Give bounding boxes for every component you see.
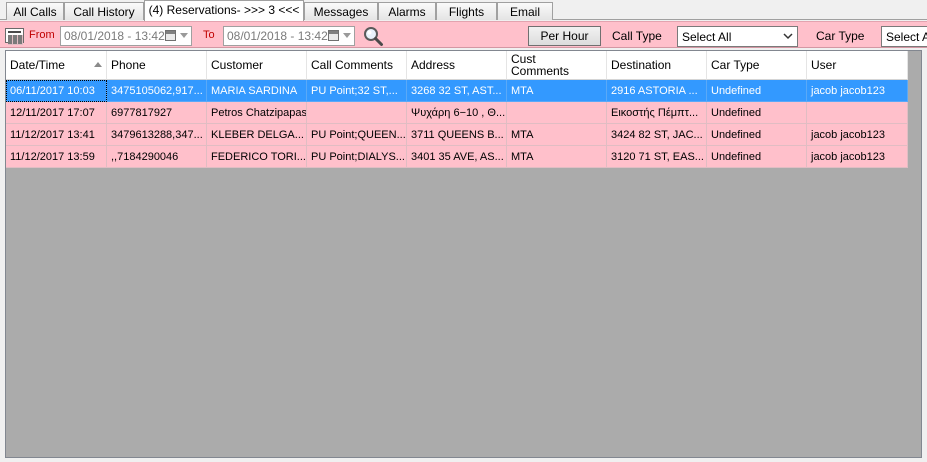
table-view-icon[interactable]	[5, 28, 24, 45]
call-type-select[interactable]: Select All	[677, 26, 798, 47]
chevron-down-icon	[180, 33, 188, 38]
cell-address[interactable]: 3268 32 ST, AST...	[407, 80, 507, 102]
cell-user[interactable]: jacob jacob123	[807, 124, 908, 146]
cell-phone[interactable]: 3479613288,347...	[107, 124, 207, 146]
reservations-grid[interactable]: Date/Time Phone Customer Call Comments A…	[5, 50, 922, 458]
tab-strip: All Calls Call History (4) Reservations-…	[0, 0, 927, 21]
cell-destination[interactable]: 2916 ASTORIA ...	[607, 80, 707, 102]
cell-car-type[interactable]: Undefined	[707, 102, 807, 124]
to-date-picker[interactable]: 08/01/2018 - 13:42	[223, 26, 355, 46]
cell-phone[interactable]: 3475105062,917...	[107, 80, 207, 102]
tab-email[interactable]: Email	[497, 2, 553, 20]
cell-car-type[interactable]: Undefined	[707, 146, 807, 168]
column-header-customer[interactable]: Customer	[207, 51, 307, 80]
call-type-label: Call Type	[612, 29, 662, 43]
tab-messages[interactable]: Messages	[304, 2, 378, 20]
car-type-label: Car Type	[816, 29, 865, 43]
table-row[interactable]: 11/12/2017 13:41 3479613288,347... KLEBER …	[6, 124, 908, 146]
search-icon[interactable]	[362, 25, 384, 47]
column-header-car-type[interactable]: Car Type	[707, 51, 807, 80]
cell-customer[interactable]: KLEBER DELGA...	[207, 124, 307, 146]
cell-car-type[interactable]: Undefined	[707, 80, 807, 102]
tab-call-history[interactable]: Call History	[64, 2, 144, 20]
column-header-phone[interactable]: Phone	[107, 51, 207, 80]
cell-user[interactable]: jacob jacob123	[807, 146, 908, 168]
from-label: From	[29, 29, 55, 41]
calendar-icon	[328, 30, 339, 41]
cell-address[interactable]: 3401 35 AVE, AS...	[407, 146, 507, 168]
cell-call-comments[interactable]: PU Point;DIALYS...	[307, 146, 407, 168]
cell-car-type[interactable]: Undefined	[707, 124, 807, 146]
cell-user[interactable]	[807, 102, 908, 124]
from-date-value: 08/01/2018 - 13:42	[64, 29, 165, 43]
table-row[interactable]: 12/11/2017 17:07 6977817927 Petros Chatzip…	[6, 102, 908, 124]
cell-destination[interactable]: 3120 71 ST, EAS...	[607, 146, 707, 168]
cell-customer[interactable]: MARIA SARDINA	[207, 80, 307, 102]
cell-destination[interactable]: 3424 82 ST, JAC...	[607, 124, 707, 146]
cell-call-comments[interactable]: PU Point;32 ST,...	[307, 80, 407, 102]
call-type-value: Select All	[682, 30, 732, 44]
cell-date-time[interactable]: 11/12/2017 13:59	[6, 146, 107, 168]
car-type-value: Select All	[886, 30, 927, 44]
to-date-value: 08/01/2018 - 13:42	[227, 29, 328, 43]
cell-address[interactable]: Ψυχάρη 6−10 , Θ...	[407, 102, 507, 124]
cell-cust-comments[interactable]	[507, 102, 607, 124]
to-label: To	[203, 29, 215, 41]
cell-cust-comments[interactable]: MTA	[507, 124, 607, 146]
calendar-icon	[165, 30, 176, 41]
cell-customer[interactable]: Petros Chatzipapas	[207, 102, 307, 124]
from-date-picker[interactable]: 08/01/2018 - 13:42	[60, 26, 192, 46]
column-header-destination[interactable]: Destination	[607, 51, 707, 80]
cell-cust-comments[interactable]: MTA	[507, 146, 607, 168]
tab-all-calls[interactable]: All Calls	[6, 2, 64, 20]
cell-date-time[interactable]: 06/11/2017 10:03	[6, 80, 107, 102]
tab-flights[interactable]: Flights	[436, 2, 497, 20]
cell-customer[interactable]: FEDERICO TORI...	[207, 146, 307, 168]
table-row[interactable]: 11/12/2017 13:59 ,,7184290046 FEDERICO TOR…	[6, 146, 908, 168]
chevron-down-icon	[783, 33, 793, 40]
column-header-date-time[interactable]: Date/Time	[6, 51, 107, 80]
cell-phone[interactable]: 6977817927	[107, 102, 207, 124]
per-hour-button[interactable]: Per Hour	[528, 26, 601, 46]
sort-ascending-icon	[94, 62, 102, 67]
cell-user[interactable]: jacob jacob123	[807, 80, 908, 102]
filter-toolbar: From 08/01/2018 - 13:42 To 08/01/2018 - …	[0, 21, 927, 48]
chevron-down-icon	[343, 33, 351, 38]
cell-call-comments[interactable]: PU Point;QUEEN...	[307, 124, 407, 146]
cell-address[interactable]: 3711 QUEENS B...	[407, 124, 507, 146]
column-header-cust-comments[interactable]: Cust Comments	[507, 51, 607, 80]
cell-date-time[interactable]: 12/11/2017 17:07	[6, 102, 107, 124]
tab-reservations[interactable]: (4) Reservations- >>> 3 <<<	[144, 0, 304, 21]
grid-header: Date/Time Phone Customer Call Comments A…	[6, 51, 908, 80]
table-row[interactable]: 06/11/2017 10:03 3475105062,917... MARIA S…	[6, 80, 908, 102]
cell-call-comments[interactable]	[307, 102, 407, 124]
cell-date-time[interactable]: 11/12/2017 13:41	[6, 124, 107, 146]
column-header-address[interactable]: Address	[407, 51, 507, 80]
cell-cust-comments[interactable]: MTA	[507, 80, 607, 102]
cell-phone[interactable]: ,,7184290046	[107, 146, 207, 168]
column-header-call-comments[interactable]: Call Comments	[307, 51, 407, 80]
car-type-select[interactable]: Select All	[881, 26, 927, 47]
tab-alarms[interactable]: Alarms	[378, 2, 436, 20]
cell-destination[interactable]: Εικοστής Πέμπτ...	[607, 102, 707, 124]
column-header-user[interactable]: User	[807, 51, 908, 80]
